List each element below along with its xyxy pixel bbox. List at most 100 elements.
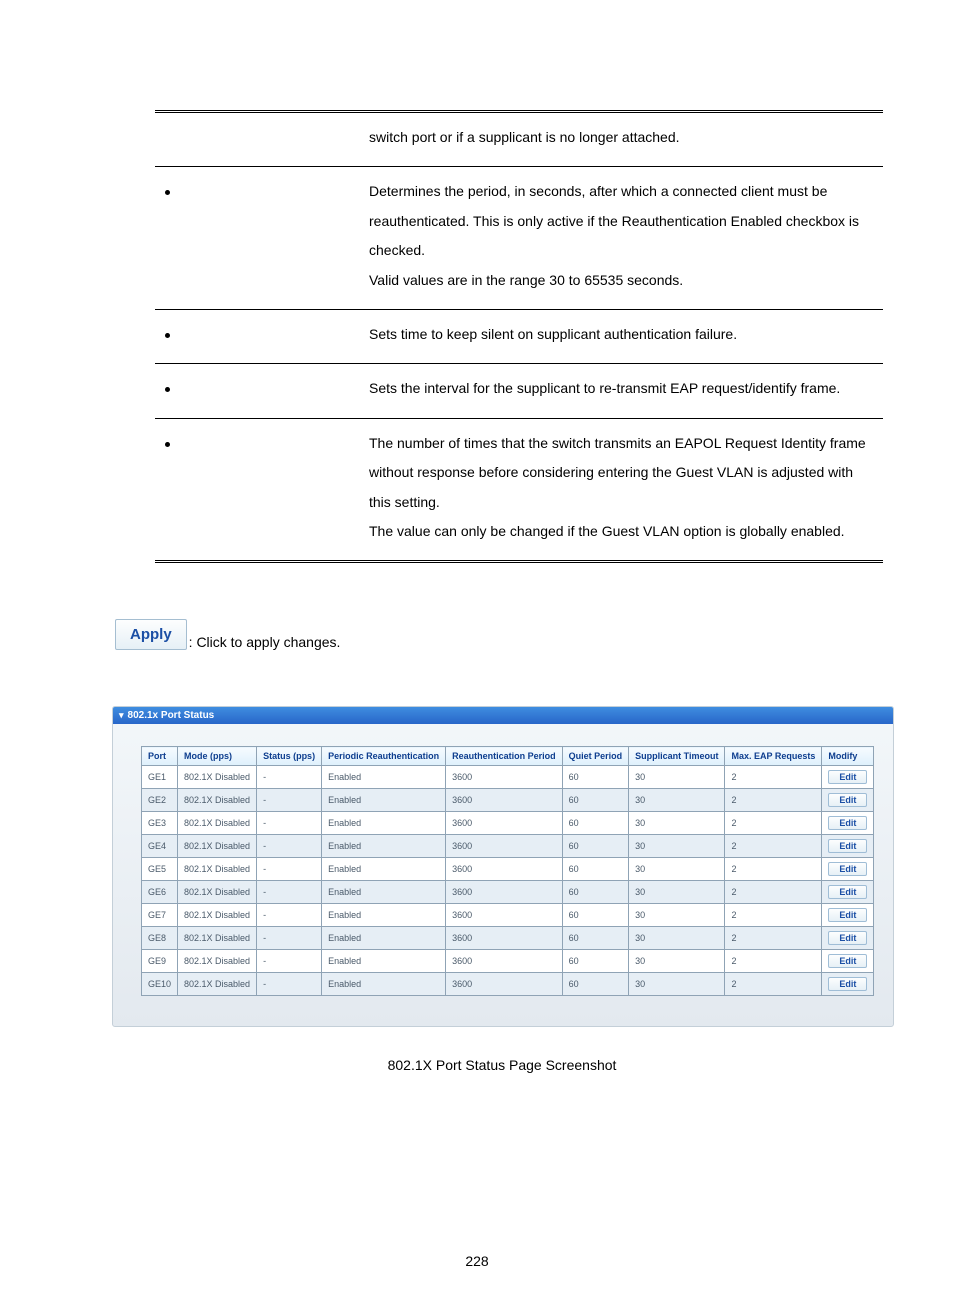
bullet-icon xyxy=(165,442,170,447)
table-cell: - xyxy=(257,973,322,996)
table-cell: - xyxy=(257,927,322,950)
table-cell: Enabled xyxy=(322,904,446,927)
column-header: Mode (pps) xyxy=(178,747,257,766)
edit-button[interactable]: Edit xyxy=(828,770,867,784)
desc-label-cell xyxy=(155,309,361,363)
edit-button[interactable]: Edit xyxy=(828,885,867,899)
modify-cell: Edit xyxy=(822,858,874,881)
edit-button[interactable]: Edit xyxy=(828,931,867,945)
column-header: Port xyxy=(142,747,178,766)
column-header: Modify xyxy=(822,747,874,766)
modify-cell: Edit xyxy=(822,904,874,927)
table-cell: 2 xyxy=(725,858,822,881)
table-cell: Enabled xyxy=(322,927,446,950)
table-cell: 3600 xyxy=(446,766,563,789)
table-cell: Enabled xyxy=(322,950,446,973)
table-cell: 2 xyxy=(725,812,822,835)
column-header: Reauthentication Period xyxy=(446,747,563,766)
table-cell: GE5 xyxy=(142,858,178,881)
table-cell: 60 xyxy=(562,973,629,996)
table-cell: 3600 xyxy=(446,927,563,950)
table-row: GE6802.1X Disabled-Enabled360060302Edit xyxy=(142,881,874,904)
table-row: GE3802.1X Disabled-Enabled360060302Edit xyxy=(142,812,874,835)
table-cell: - xyxy=(257,858,322,881)
table-cell: 60 xyxy=(562,858,629,881)
table-cell: 802.1X Disabled xyxy=(178,927,257,950)
table-row: GE7802.1X Disabled-Enabled360060302Edit xyxy=(142,904,874,927)
table-cell: 30 xyxy=(629,789,725,812)
desc-text-cell: switch port or if a supplicant is no lon… xyxy=(361,112,883,167)
table-cell: 30 xyxy=(629,766,725,789)
apply-button[interactable]: Apply xyxy=(115,619,187,650)
table-cell: 2 xyxy=(725,904,822,927)
figure-caption: 802.1X Port Status Page Screenshot xyxy=(112,1057,892,1073)
edit-button[interactable]: Edit xyxy=(828,954,867,968)
desc-label-cell xyxy=(155,418,361,562)
edit-button[interactable]: Edit xyxy=(828,793,867,807)
desc-text-cell: The number of times that the switch tran… xyxy=(361,418,883,562)
table-row: GE2802.1X Disabled-Enabled360060302Edit xyxy=(142,789,874,812)
bullet-icon xyxy=(165,190,170,195)
table-cell: 3600 xyxy=(446,812,563,835)
desc-text-cell: Sets the interval for the supplicant to … xyxy=(361,364,883,418)
table-cell: 30 xyxy=(629,950,725,973)
page-number: 228 xyxy=(0,1253,954,1269)
table-cell: GE3 xyxy=(142,812,178,835)
edit-button[interactable]: Edit xyxy=(828,839,867,853)
caret-down-icon: ▾ xyxy=(119,710,124,721)
table-row: GE1802.1X Disabled-Enabled360060302Edit xyxy=(142,766,874,789)
column-header: Max. EAP Requests xyxy=(725,747,822,766)
table-cell: 30 xyxy=(629,858,725,881)
desc-label-cell xyxy=(155,167,361,310)
table-cell: 802.1X Disabled xyxy=(178,973,257,996)
apply-text: : Click to apply changes. xyxy=(189,634,341,650)
table-cell: 30 xyxy=(629,973,725,996)
table-cell: 60 xyxy=(562,881,629,904)
table-cell: 802.1X Disabled xyxy=(178,904,257,927)
desc-label-cell xyxy=(155,364,361,418)
table-cell: 2 xyxy=(725,881,822,904)
table-cell: Enabled xyxy=(322,766,446,789)
table-cell: 802.1X Disabled xyxy=(178,789,257,812)
edit-button[interactable]: Edit xyxy=(828,977,867,991)
modify-cell: Edit xyxy=(822,789,874,812)
panel-title-bar[interactable]: ▾ 802.1x Port Status xyxy=(113,707,893,724)
table-cell: 30 xyxy=(629,927,725,950)
table-cell: Enabled xyxy=(322,973,446,996)
table-cell: 3600 xyxy=(446,950,563,973)
modify-cell: Edit xyxy=(822,927,874,950)
edit-button[interactable]: Edit xyxy=(828,908,867,922)
table-cell: 3600 xyxy=(446,973,563,996)
desc-text-cell: Determines the period, in seconds, after… xyxy=(361,167,883,310)
column-header: Quiet Period xyxy=(562,747,629,766)
table-cell: 30 xyxy=(629,835,725,858)
table-cell: 2 xyxy=(725,835,822,858)
modify-cell: Edit xyxy=(822,835,874,858)
table-cell: 3600 xyxy=(446,858,563,881)
table-cell: 60 xyxy=(562,812,629,835)
table-cell: 60 xyxy=(562,835,629,858)
modify-cell: Edit xyxy=(822,881,874,904)
table-cell: Enabled xyxy=(322,835,446,858)
desc-label-cell xyxy=(155,112,361,167)
table-cell: 802.1X Disabled xyxy=(178,835,257,858)
table-cell: GE6 xyxy=(142,881,178,904)
port-status-panel: ▾ 802.1x Port Status PortMode (pps)Statu… xyxy=(112,706,894,1027)
table-cell: - xyxy=(257,789,322,812)
table-cell: 30 xyxy=(629,881,725,904)
table-row: GE5802.1X Disabled-Enabled360060302Edit xyxy=(142,858,874,881)
table-cell: - xyxy=(257,812,322,835)
table-cell: 30 xyxy=(629,904,725,927)
table-cell: Enabled xyxy=(322,789,446,812)
edit-button[interactable]: Edit xyxy=(828,816,867,830)
desc-text-cell: Sets time to keep silent on supplicant a… xyxy=(361,309,883,363)
table-cell: 60 xyxy=(562,789,629,812)
table-cell: 802.1X Disabled xyxy=(178,812,257,835)
table-cell: 802.1X Disabled xyxy=(178,858,257,881)
table-cell: 3600 xyxy=(446,789,563,812)
table-cell: 3600 xyxy=(446,881,563,904)
table-cell: 802.1X Disabled xyxy=(178,766,257,789)
table-cell: 60 xyxy=(562,927,629,950)
edit-button[interactable]: Edit xyxy=(828,862,867,876)
table-cell: GE7 xyxy=(142,904,178,927)
